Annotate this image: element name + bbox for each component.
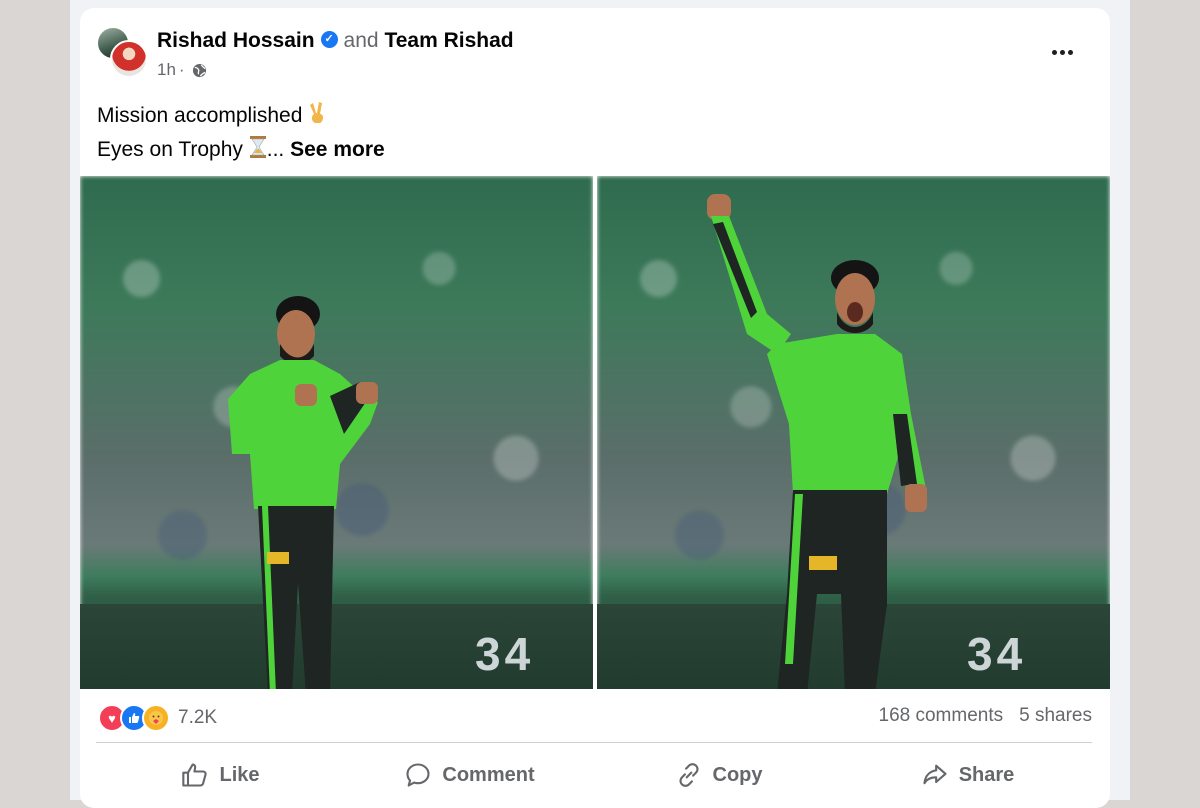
comment-bubble-icon — [406, 763, 430, 787]
reaction-summary[interactable]: ♥ 7.2K — [98, 704, 217, 732]
globe-icon[interactable] — [192, 63, 207, 78]
author-avatars[interactable] — [96, 26, 148, 78]
victory-hand-icon — [308, 101, 328, 134]
text-ellipsis: ... — [266, 138, 285, 161]
comments-count[interactable]: 168 comments — [879, 705, 1004, 726]
photo-left[interactable]: 34 — [80, 176, 593, 689]
thumbs-up-icon — [182, 763, 208, 787]
post-text-line-2: Eyes on Trophy ... See more — [97, 134, 385, 168]
post-card: Rishad Hossain ✓ and Team Rishad 1h · Miss… — [80, 8, 1110, 808]
share-button[interactable]: Share — [843, 750, 1092, 800]
hourglass-icon — [249, 135, 267, 168]
photo-right[interactable]: 34 — [597, 176, 1110, 689]
post-text-line-1: Mission accomplished — [97, 100, 385, 134]
author-name[interactable]: Rishad Hossain — [157, 29, 315, 52]
care-reaction-icon — [142, 704, 170, 732]
engagement-stats: 168 comments 5 shares — [879, 705, 1093, 727]
post-actions-bar: Like Comment Copy Share — [96, 750, 1092, 800]
post-time[interactable]: 1h — [157, 59, 176, 81]
share-arrow-icon — [923, 764, 947, 785]
post-text: Mission accomplished Eyes on Trophy ... … — [97, 100, 385, 168]
more-dot-icon — [1051, 49, 1057, 55]
more-dot-icon — [1059, 49, 1065, 55]
photo-grid: 34 34 — [80, 176, 1110, 689]
player-figure — [228, 296, 378, 689]
boundary-board-text: 34 — [967, 628, 1027, 680]
boundary-board-text: 34 — [475, 628, 535, 680]
share-label: Share — [958, 763, 1015, 786]
more-dot-icon — [1067, 49, 1073, 55]
see-more-link[interactable]: See more — [290, 138, 385, 161]
link-icon — [678, 763, 699, 787]
copy-label: Copy — [712, 763, 763, 786]
copy-button[interactable]: Copy — [594, 750, 843, 800]
post-options-button[interactable] — [1042, 34, 1082, 70]
post-text-line-2-text: Eyes on Trophy — [97, 138, 243, 161]
player-figure — [707, 194, 927, 689]
comment-button[interactable]: Comment — [345, 750, 594, 800]
post-text-line-1-text: Mission accomplished — [97, 104, 303, 127]
shares-count[interactable]: 5 shares — [1019, 705, 1092, 726]
reaction-count[interactable]: 7.2K — [178, 707, 217, 729]
post-meta: 1h · — [157, 59, 207, 81]
post-authors: Rishad Hossain ✓ and Team Rishad — [157, 28, 514, 54]
meta-separator: · — [178, 60, 185, 79]
coauthor-name[interactable]: Team Rishad — [384, 29, 513, 52]
verified-badge-icon: ✓ — [320, 31, 338, 49]
author-avatar[interactable] — [110, 40, 148, 78]
comment-label: Comment — [442, 763, 535, 786]
like-label: Like — [219, 763, 260, 786]
divider — [96, 742, 1092, 743]
like-button[interactable]: Like — [96, 750, 345, 800]
author-conjunction: and — [343, 29, 379, 52]
